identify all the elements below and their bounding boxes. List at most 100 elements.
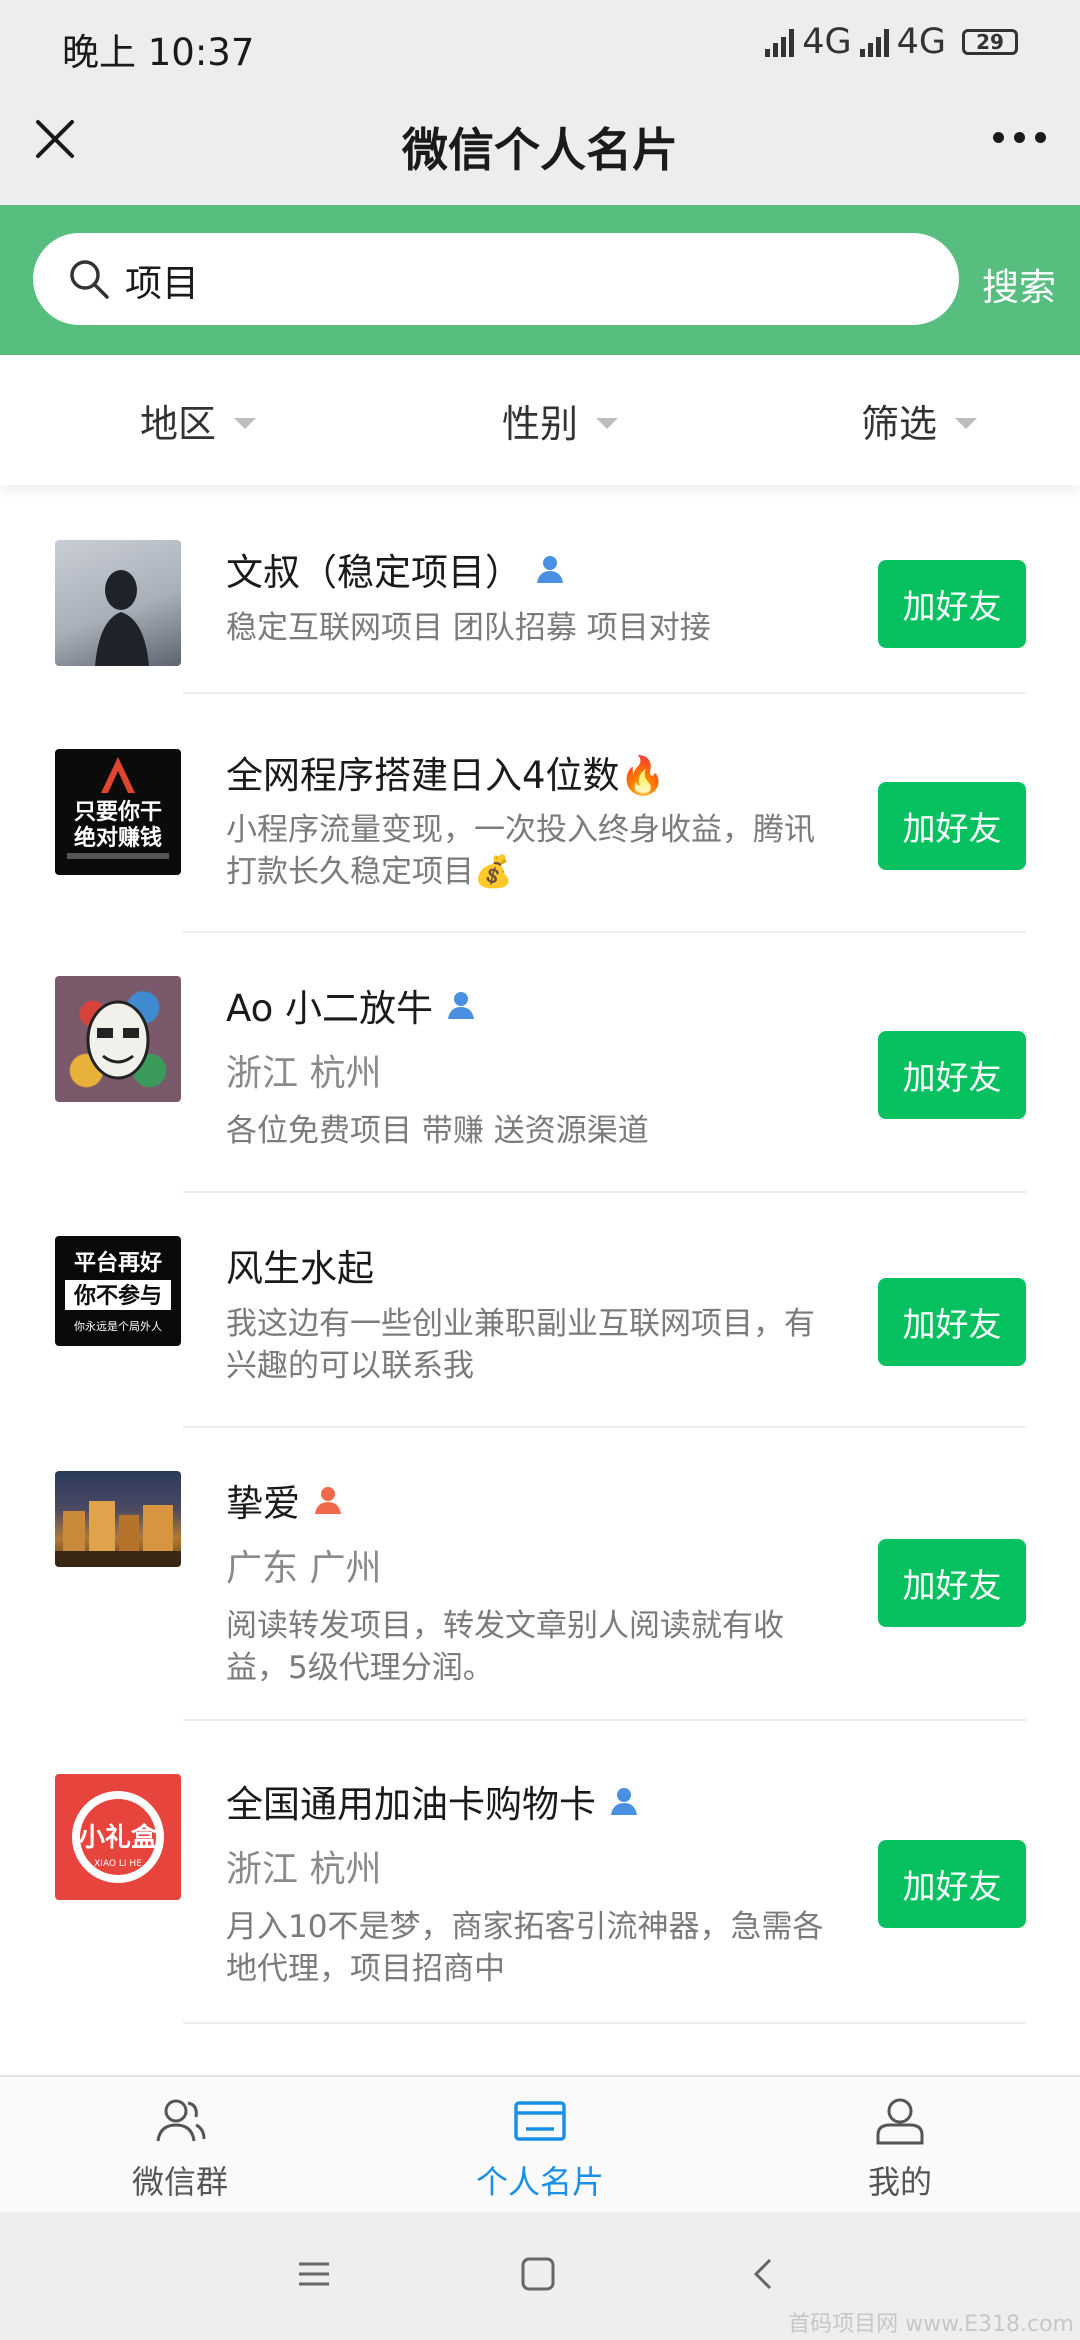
avatar bbox=[55, 540, 181, 666]
tab-cards-label: 个人名片 bbox=[475, 2163, 604, 2201]
home-button[interactable] bbox=[520, 2256, 556, 2296]
card-name: 挚爱 bbox=[226, 1482, 300, 1525]
avatar: 平台再好 你不参与 你永远是个局外人 bbox=[55, 1236, 181, 1346]
filter-bar: 地区 性别 筛选 bbox=[0, 355, 1080, 485]
caret-down-icon bbox=[596, 418, 619, 429]
signal-icon bbox=[765, 27, 795, 57]
divider bbox=[183, 1426, 1026, 1428]
status-bar: 晚上 10:37 4G 4G 29 bbox=[0, 0, 1080, 90]
card-description: 阅读转发项目，转发文章别人阅读就有收益，5级代理分润。 bbox=[226, 1608, 784, 1686]
divider bbox=[183, 2022, 1026, 2024]
menu-button[interactable] bbox=[296, 2256, 332, 2296]
add-friend-button[interactable]: 加好友 bbox=[878, 1031, 1026, 1119]
network-label-1: 4G bbox=[802, 22, 852, 62]
caret-down-icon bbox=[234, 418, 257, 429]
avatar: 只要你干 绝对赚钱 bbox=[55, 749, 181, 875]
avatar bbox=[55, 1471, 181, 1567]
avatar-text: 你不参与 bbox=[73, 1283, 162, 1309]
battery-icon: 29 bbox=[962, 29, 1018, 55]
divider bbox=[183, 931, 1026, 933]
search-bar: 搜索 bbox=[0, 205, 1080, 355]
card-name-row: 挚爱 bbox=[226, 1473, 344, 1527]
card-name: 文叔（稳定项目） bbox=[226, 551, 522, 594]
card-description: 月入10不是梦，商家拓客引流神器，急需各地代理，项目招商中 bbox=[226, 1909, 824, 1987]
avatar-graphic: 小礼盒 XIAO LI HE bbox=[72, 1791, 164, 1883]
tab-groups[interactable]: 微信群 bbox=[60, 2093, 300, 2203]
more-button[interactable] bbox=[993, 132, 1046, 143]
network-label-2: 4G bbox=[896, 22, 946, 62]
tab-groups-label: 微信群 bbox=[131, 2163, 228, 2201]
avatar-text: XIAO LI HE bbox=[94, 1859, 142, 1869]
avatar-text: 平台再好 bbox=[74, 1250, 162, 1276]
tab-mine-label: 我的 bbox=[867, 2163, 932, 2201]
status-time: 晚上 10:37 bbox=[62, 31, 255, 74]
card-description: 各位免费项目 带赚 送资源渠道 bbox=[226, 1113, 649, 1149]
page-title: 微信个人名片 bbox=[402, 123, 678, 177]
female-icon bbox=[315, 1487, 341, 1514]
more-dots-icon bbox=[993, 132, 1004, 143]
status-indicators: 4G 4G 29 bbox=[765, 22, 1018, 62]
card-description: 稳定互联网项目 团队招募 项目对接 bbox=[226, 610, 711, 646]
add-friend-button[interactable]: 加好友 bbox=[878, 560, 1026, 648]
male-icon bbox=[537, 556, 563, 583]
filter-gender-label: 性别 bbox=[502, 402, 579, 446]
system-nav-bar: 首码项目网 www.E318.com bbox=[0, 2212, 1080, 2340]
bottom-tab-bar: 微信群 个人名片 我的 bbox=[0, 2075, 1080, 2212]
card-name-row: 全国通用加油卡购物卡 bbox=[226, 1774, 640, 1828]
avatar-text: 小礼盒 bbox=[79, 1822, 158, 1853]
card-name-row: Ao 小二放牛 bbox=[226, 978, 477, 1032]
card-location: 浙江 杭州 bbox=[226, 1053, 382, 1094]
add-friend-button[interactable]: 加好友 bbox=[878, 1840, 1026, 1928]
avatar-graphic: 只要你干 绝对赚钱 bbox=[67, 757, 169, 859]
avatar bbox=[55, 976, 181, 1102]
card-name-row: 全网程序搭建日入4位数🔥 bbox=[226, 745, 666, 799]
user-icon bbox=[876, 2098, 924, 2145]
avatar-text: 你永远是个局外人 bbox=[74, 1319, 162, 1333]
watermark: 首码项目网 www.E318.com bbox=[788, 2312, 1074, 2337]
male-icon bbox=[611, 1788, 637, 1815]
signal-icon bbox=[859, 27, 889, 57]
search-input[interactable] bbox=[123, 247, 927, 313]
divider bbox=[183, 1191, 1026, 1193]
card-name: 风生水起 bbox=[226, 1247, 374, 1290]
avatar: 小礼盒 XIAO LI HE bbox=[55, 1774, 181, 1900]
divider bbox=[183, 692, 1026, 694]
add-friend-button[interactable]: 加好友 bbox=[878, 1278, 1026, 1366]
male-icon bbox=[448, 992, 475, 1019]
search-icon bbox=[70, 260, 109, 299]
filter-gender[interactable]: 性别 bbox=[502, 393, 619, 448]
card-name: Ao 小二放牛 bbox=[226, 987, 434, 1030]
card-description: 小程序流量变现，一次投入终身收益，腾讯打款长久稳定项目💰 bbox=[226, 812, 815, 890]
card-location: 广东 广州 bbox=[226, 1548, 382, 1589]
card-name-row: 风生水起 bbox=[226, 1238, 374, 1292]
filter-region-label: 地区 bbox=[140, 402, 217, 446]
search-box bbox=[33, 233, 959, 325]
menu-icon bbox=[299, 2262, 329, 2286]
avatar-silhouette bbox=[95, 570, 149, 666]
add-friend-button[interactable]: 加好友 bbox=[878, 782, 1026, 870]
home-square-icon bbox=[521, 2257, 555, 2291]
tab-mine[interactable]: 我的 bbox=[780, 2093, 1020, 2203]
back-chevron-icon bbox=[753, 2258, 772, 2290]
filter-more-label: 筛选 bbox=[861, 402, 938, 446]
avatar-text: 绝对赚钱 bbox=[74, 825, 162, 851]
title-bar: 微信个人名片 bbox=[0, 90, 1080, 205]
divider bbox=[183, 1719, 1026, 1721]
avatar-graphic bbox=[86, 1000, 150, 1080]
back-button[interactable] bbox=[746, 2256, 782, 2296]
tab-cards[interactable]: 个人名片 bbox=[420, 2093, 660, 2203]
avatar-graphic: 平台再好 你不参与 你永远是个局外人 bbox=[65, 1250, 171, 1333]
filter-more[interactable]: 筛选 bbox=[861, 393, 978, 448]
caret-down-icon bbox=[955, 418, 978, 429]
filter-region[interactable]: 地区 bbox=[140, 393, 257, 448]
search-button[interactable]: 搜索 bbox=[982, 257, 1056, 311]
group-icon bbox=[156, 2099, 206, 2142]
card-name: 全网程序搭建日入4位数🔥 bbox=[226, 754, 666, 797]
card-location: 浙江 杭州 bbox=[226, 1849, 382, 1890]
card-name: 全国通用加油卡购物卡 bbox=[226, 1783, 596, 1826]
avatar-text: 只要你干 bbox=[74, 800, 162, 825]
card-description: 我这边有一些创业兼职副业互联网项目，有兴趣的可以联系我 bbox=[226, 1306, 815, 1384]
card-name-row: 文叔（稳定项目） bbox=[226, 542, 566, 596]
avatar-graphic bbox=[55, 1501, 181, 1567]
add-friend-button[interactable]: 加好友 bbox=[878, 1539, 1026, 1627]
